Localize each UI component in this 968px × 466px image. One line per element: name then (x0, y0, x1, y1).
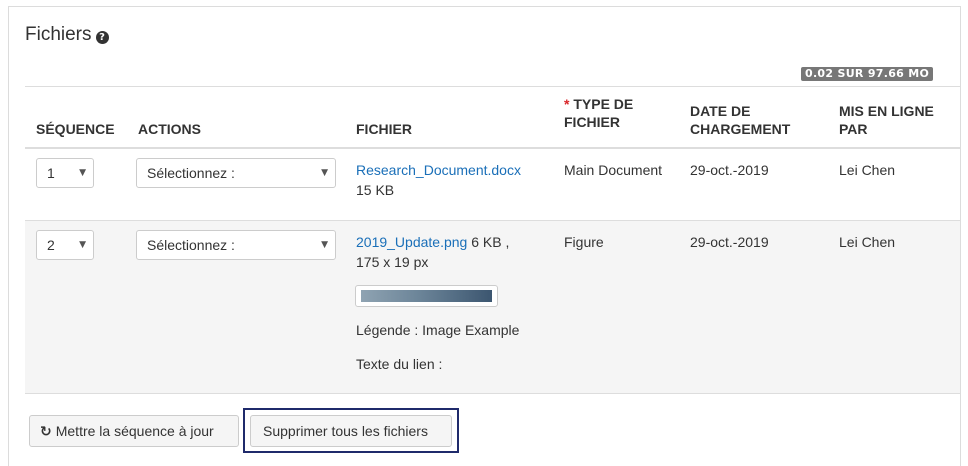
chevron-down-icon: ▼ (321, 240, 328, 250)
link-text: Texte du lien : (356, 356, 443, 372)
file-cell: 2019_Update.png 6 KB , 175 x 19 px (356, 232, 509, 272)
header-bottom-border (25, 147, 960, 149)
chevron-down-icon: ▼ (79, 168, 86, 178)
section-title: Fichiers ? (25, 24, 109, 46)
uploaded-by: Lei Chen (839, 162, 896, 178)
file-type: Figure (564, 234, 604, 250)
file-type: Main Document (564, 162, 663, 178)
header-file-type: * TYPE DE FICHIER (564, 96, 634, 130)
header-file: FICHIER (356, 121, 412, 137)
help-icon[interactable]: ? (95, 30, 109, 44)
file-size: 15 KB (356, 182, 395, 198)
header-uploaded-by: MIS EN LIGNE PAR (839, 103, 934, 137)
sequence-select[interactable]: 2 ▼ (36, 230, 94, 260)
file-link[interactable]: Research_Document.docx (356, 162, 521, 178)
thumbnail-image (361, 290, 492, 302)
update-sequence-button[interactable]: ↻ Mettre la séquence à jour (29, 415, 239, 447)
file-size: 6 KB , (471, 234, 510, 250)
upload-date: 29-oct.-2019 (690, 162, 769, 178)
file-cell: Research_Document.docx 15 KB (356, 160, 521, 200)
uploaded-by: Lei Chen (839, 234, 896, 250)
required-asterisk: * (564, 96, 570, 112)
image-caption: Légende : Image Example (356, 322, 520, 338)
header-upload-date: DATE DE CHARGEMENT (690, 103, 791, 137)
image-dimensions: 175 x 19 px (356, 254, 429, 270)
actions-select[interactable]: Sélectionnez : ▼ (136, 158, 336, 188)
section-title-text: Fichiers (25, 24, 92, 45)
chevron-down-icon: ▼ (79, 240, 86, 250)
storage-quota-badge: 0.02 SUR 97.66 MO (801, 67, 934, 81)
refresh-icon: ↻ (40, 424, 52, 440)
actions-select[interactable]: Sélectionnez : ▼ (136, 230, 336, 260)
image-thumbnail[interactable] (355, 285, 498, 307)
header-sequence: SÉQUENCE (36, 121, 115, 137)
sequence-select[interactable]: 1 ▼ (36, 158, 94, 188)
file-link[interactable]: 2019_Update.png (356, 234, 467, 250)
upload-date: 29-oct.-2019 (690, 234, 769, 250)
table-top-border (25, 86, 960, 87)
delete-all-files-button[interactable]: Supprimer tous les fichiers (250, 415, 452, 447)
chevron-down-icon: ▼ (321, 168, 328, 178)
header-actions: ACTIONS (138, 121, 201, 137)
